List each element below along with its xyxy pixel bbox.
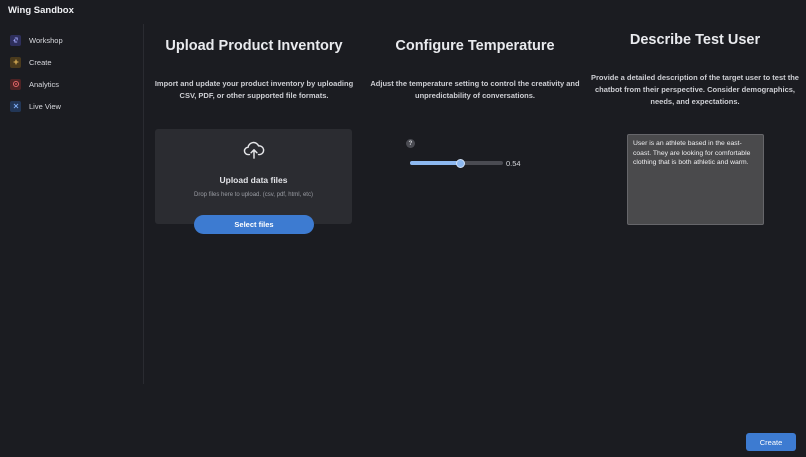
app-title: Wing Sandbox (8, 5, 74, 16)
link-icon (10, 34, 21, 46)
sidebar: Workshop Create Analytics Live View (0, 24, 144, 384)
temperature-value: 0.54 (506, 159, 521, 168)
help-icon[interactable]: ? (406, 139, 415, 148)
sidebar-item-label: Analytics (29, 79, 60, 89)
upload-section-title: Upload Product Inventory (165, 38, 343, 54)
cloud-upload-icon (243, 141, 265, 159)
sidebar-item-label: Live View (29, 101, 61, 111)
test-user-description-input[interactable]: User is an athlete based in the east-coa… (627, 134, 764, 225)
upload-section-description: Import and update your product inventory… (154, 79, 354, 100)
app-window: Wing Sandbox Workshop Create Analytics L… (0, 0, 806, 457)
select-files-button[interactable]: Select files (194, 215, 314, 234)
sidebar-item-analytics[interactable]: Analytics (10, 77, 59, 91)
sidebar-item-workshop[interactable]: Workshop (10, 33, 63, 47)
temperature-section-description: Adjust the temperature setting to contro… (370, 79, 580, 100)
target-icon (10, 78, 21, 90)
test-user-section-description: Provide a detailed description of the ta… (591, 73, 799, 106)
sidebar-item-label: Workshop (29, 35, 63, 45)
create-button[interactable]: Create (746, 433, 796, 451)
sidebar-item-live-view[interactable]: Live View (10, 99, 61, 113)
temperature-slider[interactable] (410, 158, 503, 168)
temperature-slider-handle[interactable] (455, 158, 465, 168)
sidebar-item-label: Create (29, 57, 52, 67)
temperature-slider-fill (410, 161, 461, 165)
network-icon (10, 100, 21, 112)
upload-dropzone[interactable]: Upload data files Drop files here to upl… (155, 129, 352, 224)
plus-icon (10, 56, 21, 68)
upload-card-hint: Drop files here to upload. (csv, pdf, ht… (194, 192, 313, 198)
test-user-section-title: Describe Test User (629, 32, 761, 48)
temperature-section-title: Configure Temperature (395, 38, 555, 54)
sidebar-item-create[interactable]: Create (10, 55, 52, 69)
upload-card-title: Upload data files (219, 175, 288, 185)
